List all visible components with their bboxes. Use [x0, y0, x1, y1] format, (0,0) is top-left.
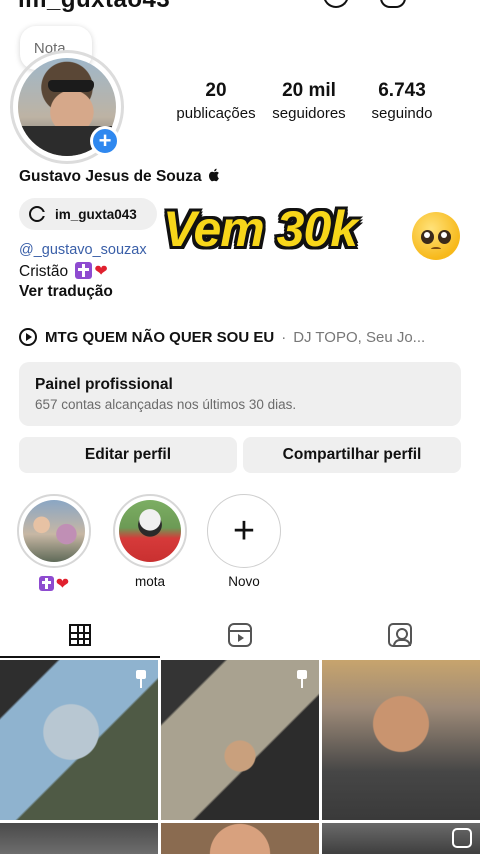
new-highlight[interactable]: + Novo	[206, 494, 282, 589]
post-thumbnail[interactable]	[322, 660, 480, 820]
new-highlight-label: Novo	[228, 574, 260, 589]
highlight-thumbnail	[119, 500, 181, 562]
professional-dashboard[interactable]: Painel profissional 657 contas alcançada…	[19, 362, 461, 426]
music-separator: ·	[281, 328, 287, 346]
tagged-icon	[388, 623, 412, 647]
highlight-ring	[113, 494, 187, 568]
avatar-glasses	[48, 80, 94, 92]
plus-icon: +	[207, 494, 281, 568]
cross-icon	[38, 576, 54, 591]
music-artist: DJ TOPO, Seu Jo...	[293, 328, 426, 346]
highlight-ring	[17, 494, 91, 568]
full-name: Gustavo Jesus de Souza	[19, 168, 220, 186]
tab-tagged[interactable]	[320, 612, 480, 658]
profile-music[interactable]: MTG QUEM NÃO QUER SOU EU · DJ TOPO, Seu …	[19, 328, 425, 346]
share-profile-button[interactable]: Compartilhar perfil	[243, 437, 461, 473]
music-song: MTG QUEM NÃO QUER SOU EU	[45, 328, 275, 346]
highlight-item[interactable]: mota	[112, 494, 188, 589]
heart-icon: ❤	[94, 263, 108, 280]
stat-following[interactable]: 6.743 seguindo	[362, 80, 442, 122]
stat-posts-value: 20	[205, 80, 227, 101]
bio-text: Cristão ❤	[19, 261, 108, 281]
stat-followers[interactable]: 20 mil seguidores	[264, 80, 354, 122]
post-thumbnail[interactable]	[322, 823, 480, 854]
post-thumbnail[interactable]	[161, 823, 319, 854]
stat-following-label: seguindo	[371, 105, 433, 122]
pin-icon	[134, 670, 148, 688]
reel-badge-icon	[452, 828, 472, 848]
profile-tabs	[0, 612, 480, 658]
pin-icon	[295, 670, 309, 688]
professional-dashboard-subtitle: 657 contas alcançadas nos últimos 30 dia…	[35, 397, 297, 412]
reels-icon	[228, 623, 252, 647]
tab-reels[interactable]	[160, 612, 320, 658]
create-icon[interactable]	[380, 0, 406, 8]
professional-dashboard-title: Painel profissional	[35, 376, 173, 393]
active-tab-indicator	[0, 656, 160, 658]
full-name-text: Gustavo Jesus de Souza	[19, 168, 202, 185]
top-bar: im_guxtao43	[0, 0, 480, 14]
add-story-button[interactable]: +	[90, 126, 120, 156]
heart-icon: ❤	[55, 576, 70, 593]
bio-mention-link[interactable]: @_gustavo_souzax	[19, 242, 147, 258]
post-thumbnail[interactable]	[0, 660, 158, 820]
highlight-thumbnail	[23, 500, 85, 562]
overlay-caption: Vem 30k	[163, 201, 358, 257]
apple-icon	[208, 168, 219, 182]
highlight-label: ❤	[16, 574, 92, 594]
tab-grid[interactable]	[0, 612, 160, 658]
post-thumbnail[interactable]	[161, 660, 319, 820]
cross-icon	[75, 262, 93, 279]
highlight-item[interactable]: ❤	[16, 494, 92, 594]
threads-handle: im_guxta043	[55, 206, 137, 222]
stat-followers-label: seguidores	[272, 105, 346, 122]
bio-line: Cristão	[19, 263, 69, 280]
stat-followers-value: 20 mil	[282, 80, 336, 101]
highlight-label: mota	[134, 574, 165, 589]
threads-logo-icon	[29, 206, 46, 222]
pleading-face-icon	[412, 212, 460, 260]
post-thumbnail[interactable]	[0, 823, 158, 854]
see-translation-link[interactable]: Ver tradução	[19, 283, 113, 301]
username-title[interactable]: im_guxtao43	[18, 0, 170, 14]
stat-posts-label: publicações	[176, 105, 256, 122]
stat-posts[interactable]: 20 publicações	[174, 80, 258, 122]
threads-badge[interactable]: im_guxta043	[19, 198, 157, 230]
edit-profile-button[interactable]: Editar perfil	[19, 437, 237, 473]
stat-following-value: 6.743	[378, 80, 426, 101]
grid-icon	[69, 624, 91, 646]
play-icon	[19, 328, 37, 346]
threads-icon[interactable]	[323, 0, 349, 8]
